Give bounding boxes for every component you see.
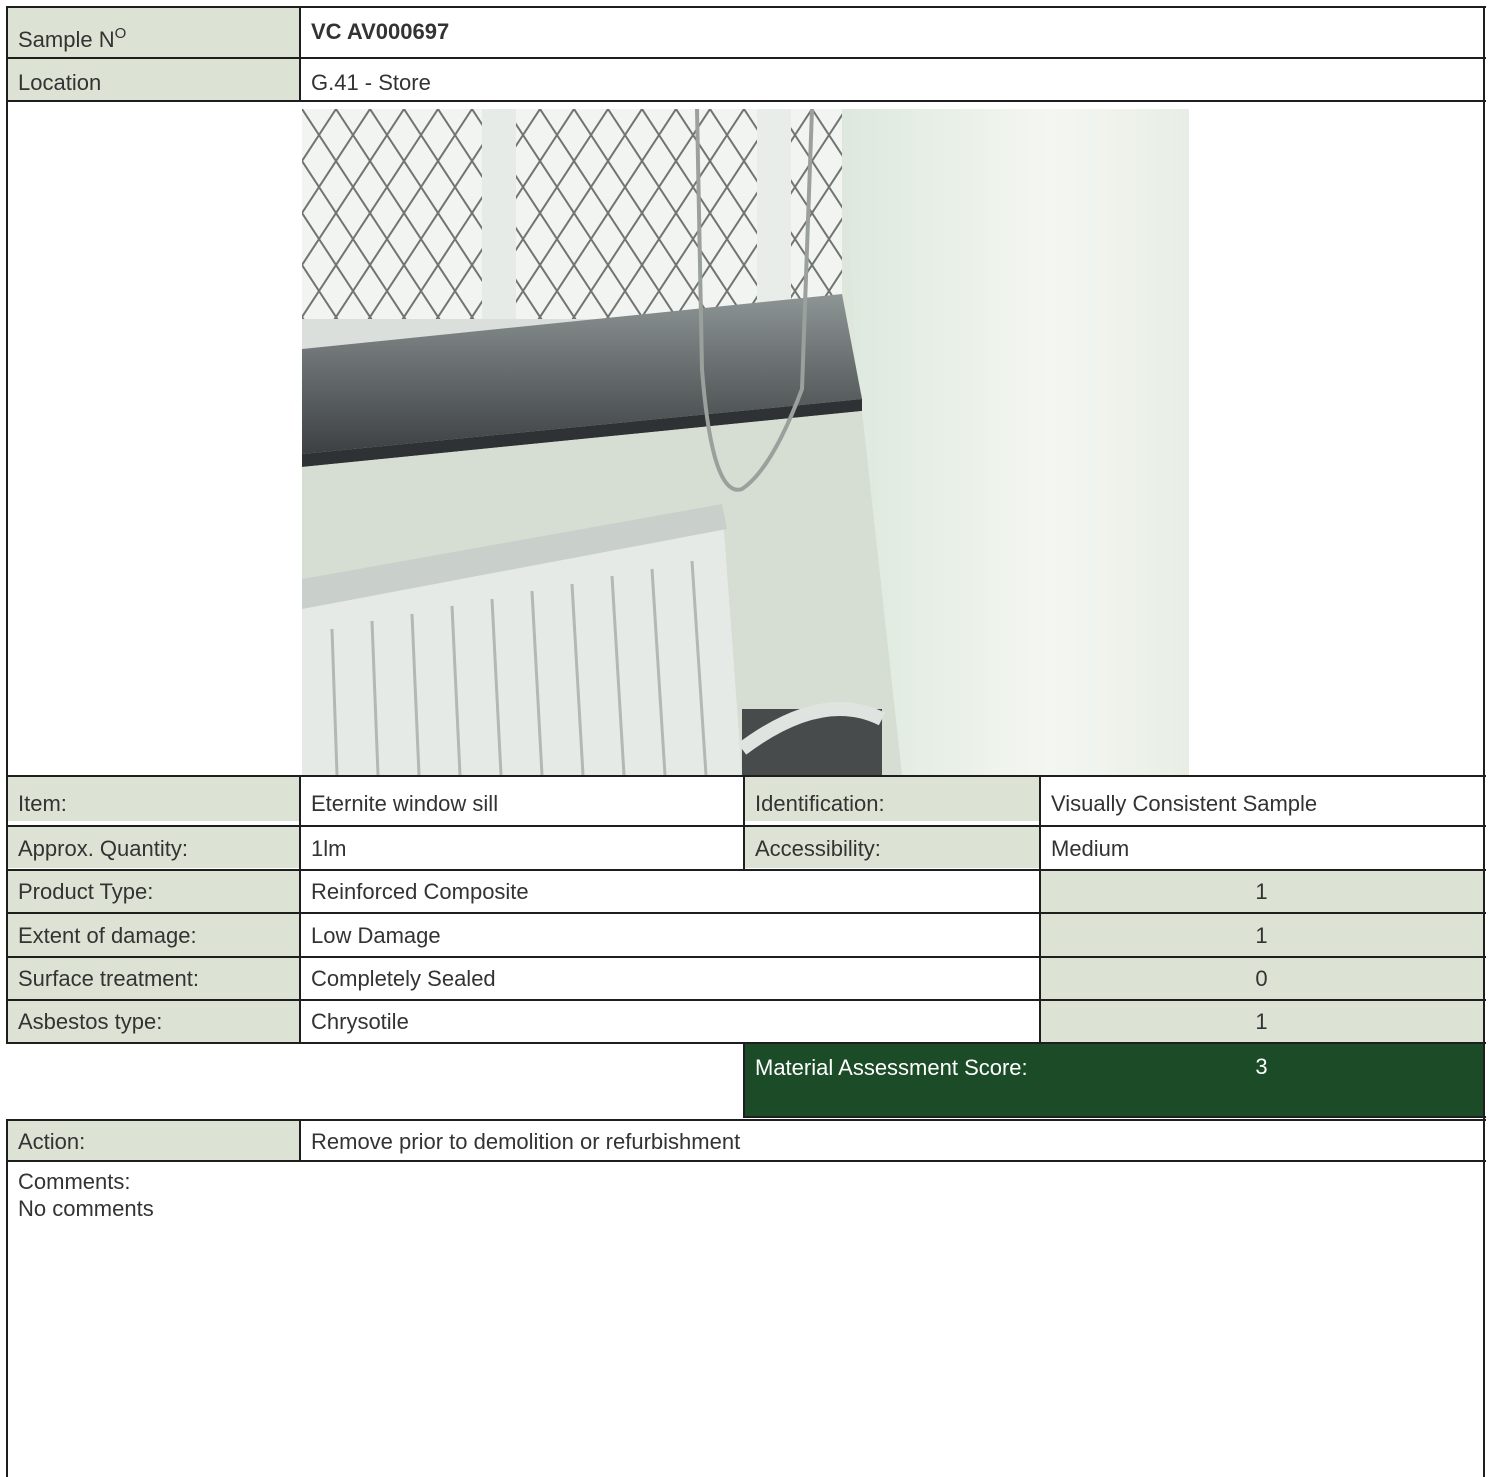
accessibility-value: Medium [1040,827,1483,868]
product-type-label: Product Type: [7,870,300,912]
table-border [6,1160,1486,1162]
sample-number-label: Sample NO [7,8,300,58]
table-border [6,57,1486,59]
material-assessment-label: Material Assessment Score: [744,1044,1040,1116]
surface-treatment-value: Completely Sealed [300,957,1040,999]
damage-value: Low Damage [300,914,1040,956]
comments-label: Comments: [18,1169,131,1194]
table-border [6,825,1486,827]
damage-label: Extent of damage: [7,914,300,956]
material-assessment-score: 3 [1040,1044,1483,1116]
table-border [6,956,1486,958]
item-label: Item: [7,776,300,821]
table-border [743,1042,745,1118]
quantity-value: 1lm [300,827,744,868]
sample-photo [302,109,1189,775]
sample-number-superscript: O [114,25,127,42]
sample-number-value: VC AV000697 [300,8,1483,58]
table-border [6,100,1486,102]
identification-value: Visually Consistent Sample [1040,776,1483,821]
table-border [6,1042,1486,1044]
table-border [6,869,1486,871]
table-border [6,6,1486,8]
comments-box: Comments: No comments [7,1162,1483,1477]
table-border [6,912,1486,914]
surface-treatment-label: Surface treatment: [7,957,300,999]
damage-score: 1 [1040,914,1483,956]
table-border [6,1119,1486,1121]
accessibility-label: Accessibility: [744,827,1040,868]
table-border [299,775,301,1044]
asbestos-type-label: Asbestos type: [7,1000,300,1042]
table-border [6,999,1486,1001]
table-border [1483,6,1485,1477]
table-border [743,775,745,871]
table-border [299,6,301,102]
asbestos-type-value: Chrysotile [300,1000,1040,1042]
identification-label: Identification: [744,776,1040,821]
table-border [6,6,8,1044]
table-border [299,1119,301,1162]
table-border [6,775,1486,777]
comments-value: No comments [18,1196,154,1221]
surface-treatment-score: 0 [1040,957,1483,999]
sample-number-label-text: Sample N [18,27,115,52]
asbestos-type-score: 1 [1040,1000,1483,1042]
window-sill-radiator-photo [302,109,1189,775]
action-value: Remove prior to demolition or refurbishm… [300,1121,1483,1160]
table-border [743,1116,1486,1118]
table-border [6,1119,8,1477]
action-label: Action: [7,1121,300,1160]
table-border [1039,775,1041,1044]
quantity-label: Approx. Quantity: [7,827,300,868]
product-type-score: 1 [1040,870,1483,912]
item-value: Eternite window sill [300,776,744,821]
location-label: Location [7,58,300,100]
location-value: G.41 - Store [300,58,1483,100]
product-type-value: Reinforced Composite [300,870,1040,912]
